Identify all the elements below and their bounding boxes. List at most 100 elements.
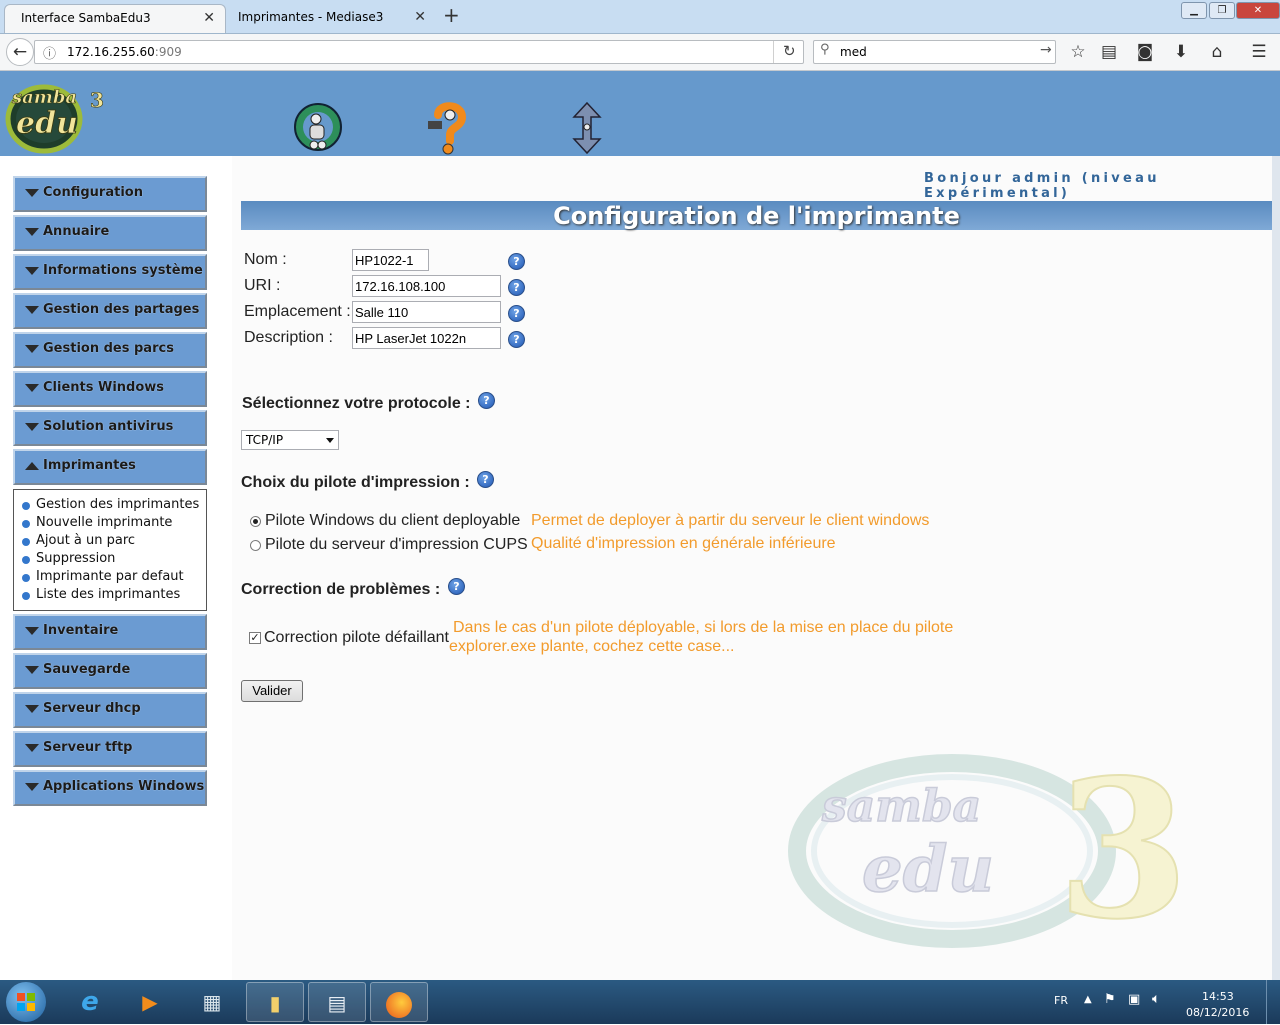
submenu-imprimante-defaut[interactable]: Imprimante par defaut xyxy=(22,569,184,584)
svg-text:edu: edu xyxy=(16,106,78,141)
help-icon[interactable]: ? xyxy=(508,279,525,296)
restore-button[interactable]: ❐ xyxy=(1209,2,1235,19)
sidebar-item-label: Imprimantes xyxy=(43,458,136,473)
windows-taskbar: e ▶ ▦ ▮ ▤ FR ▲ ⚑ ▣ 🔈︎ 14:53 08/12/2016 xyxy=(0,980,1280,1024)
reading-list-icon[interactable]: ▤ xyxy=(1096,39,1122,65)
network-icon[interactable]: ▣ xyxy=(1128,992,1140,1007)
fix-note-line1: Dans le cas d'un pilote déployable, si l… xyxy=(453,619,954,636)
dropdown-arrow-icon xyxy=(326,438,334,443)
back-button[interactable]: ← xyxy=(6,38,34,66)
action-center-flag-icon[interactable]: ⚑ xyxy=(1104,992,1116,1007)
nom-label: Nom : xyxy=(244,251,287,268)
chevron-down-icon xyxy=(25,305,39,314)
submit-button[interactable]: Valider xyxy=(241,680,303,702)
clock-time[interactable]: 14:53 xyxy=(1202,990,1234,1003)
sidebar-item-applications-windows[interactable]: Applications Windows xyxy=(13,770,207,806)
tab-interface-sambaedu3[interactable]: Interface SambaEdu3 ✕ xyxy=(4,4,226,33)
start-button[interactable] xyxy=(6,982,46,1022)
taskbar-explorer-icon[interactable]: ▮ xyxy=(246,982,304,1022)
description-input[interactable]: HP LaserJet 1022n xyxy=(352,327,501,349)
sidebar-item-clients-windows[interactable]: Clients Windows xyxy=(13,371,207,407)
search-input[interactable]: ⚲ med → xyxy=(813,40,1056,64)
help-character-icon[interactable] xyxy=(424,101,468,155)
sidebar-item-label: Serveur tftp xyxy=(43,740,133,755)
volume-icon[interactable]: 🔈︎ xyxy=(1152,991,1160,1007)
sambaedu-watermark-icon: samba edu 3 xyxy=(788,741,1190,962)
help-icon[interactable]: ? xyxy=(448,578,465,595)
chevron-down-icon xyxy=(25,227,39,236)
driver-windows-label[interactable]: Pilote Windows du client deployable xyxy=(265,512,520,530)
tab-imprimantes-mediase3[interactable]: Imprimantes - Mediase3 ✕ xyxy=(222,4,436,33)
sidebar-item-annuaire[interactable]: Annuaire xyxy=(13,215,207,251)
driver-windows-radio[interactable] xyxy=(250,516,261,527)
downloads-icon[interactable]: ⬇ xyxy=(1168,39,1194,65)
chevron-down-icon xyxy=(25,665,39,674)
tray-expand-icon[interactable]: ▲ xyxy=(1084,994,1092,1005)
sidebar-item-configuration-generale[interactable]: Configuration générale xyxy=(13,176,207,230)
submenu-liste-imprimantes[interactable]: Liste des imprimantes xyxy=(21,587,180,602)
taskbar-server-manager-icon[interactable]: ▦ xyxy=(183,982,241,1022)
sidebar-item-gestion-partages[interactable]: Gestion des partages xyxy=(13,293,207,329)
help-icon[interactable]: ? xyxy=(508,253,525,270)
url-host: 172.16.255.60 xyxy=(67,45,155,59)
sidebar-item-label: Inventaire xyxy=(43,623,119,638)
search-icon: ⚲ xyxy=(820,42,830,57)
help-icon[interactable]: ? xyxy=(508,305,525,322)
home-portal-icon[interactable] xyxy=(290,101,346,155)
help-icon[interactable]: ? xyxy=(477,471,494,488)
new-tab-button[interactable]: + xyxy=(443,3,460,27)
show-desktop-button[interactable] xyxy=(1266,980,1280,1024)
nom-input[interactable]: HP1022-1 xyxy=(352,249,429,271)
minimize-button[interactable]: ▁ xyxy=(1181,2,1207,19)
submenu-suppression[interactable]: Suppression xyxy=(21,551,115,566)
submenu-ajout-parc[interactable]: Ajout à un parc xyxy=(21,533,135,548)
info-icon[interactable]: ⓘ xyxy=(43,43,56,62)
scroll-updown-icon[interactable] xyxy=(572,101,602,155)
close-tab-icon[interactable]: ✕ xyxy=(203,10,215,26)
taskbar-ie-icon[interactable]: e xyxy=(61,982,119,1022)
submenu-gestion-imprimantes[interactable]: Gestion des imprimantes xyxy=(21,497,199,512)
sidebar-item-imprimantes[interactable]: Imprimantes xyxy=(13,449,207,485)
page-title: Configuration de l'imprimante xyxy=(241,201,1272,230)
search-go-icon[interactable]: → xyxy=(1040,42,1052,58)
submenu-nouvelle-imprimante[interactable]: Nouvelle imprimante xyxy=(21,515,172,530)
sidebar-item-informations-systeme[interactable]: Informations système xyxy=(13,254,207,290)
sidebar-item-sauvegarde[interactable]: Sauvegarde xyxy=(13,653,207,689)
chevron-down-icon xyxy=(25,344,39,353)
driver-cups-radio[interactable] xyxy=(250,540,261,551)
chevron-up-icon xyxy=(25,461,39,470)
bookmark-star-icon[interactable]: ☆ xyxy=(1065,39,1091,65)
emplacement-input[interactable]: Salle 110 xyxy=(352,301,501,323)
help-icon[interactable]: ? xyxy=(508,331,525,348)
reload-icon[interactable]: ↻ xyxy=(783,42,796,60)
sidebar-item-solution-antivirus[interactable]: Solution antivirus xyxy=(13,410,207,446)
sidebar-item-serveur-tftp[interactable]: Serveur tftp xyxy=(13,731,207,767)
uri-input[interactable]: 172.16.108.100 xyxy=(352,275,501,297)
fix-driver-checkbox[interactable]: ✓ xyxy=(249,632,261,644)
sidebar-item-serveur-dhcp[interactable]: Serveur dhcp xyxy=(13,692,207,728)
description-label: Description : xyxy=(244,329,333,346)
language-indicator[interactable]: FR xyxy=(1054,994,1068,1007)
fix-driver-label[interactable]: Correction pilote défaillant xyxy=(264,629,449,647)
sidebar-item-gestion-parcs[interactable]: Gestion des parcs xyxy=(13,332,207,368)
sambaedu-logo[interactable]: samba edu 3 xyxy=(4,75,108,155)
home-icon[interactable]: ⌂ xyxy=(1204,39,1230,65)
close-tab-icon[interactable]: ✕ xyxy=(414,9,426,25)
uri-label: URI : xyxy=(244,277,281,294)
taskbar-notepad-icon[interactable]: ▤ xyxy=(308,982,366,1022)
taskbar-media-player-icon[interactable]: ▶ xyxy=(121,982,179,1022)
url-bar[interactable]: ⓘ 172.16.255.60:909 ↻ xyxy=(34,40,804,64)
url-port: :909 xyxy=(154,45,182,59)
close-window-button[interactable]: ✕ xyxy=(1236,2,1280,19)
driver-cups-label[interactable]: Pilote du serveur d'impression CUPS xyxy=(265,536,528,554)
taskbar-firefox-icon[interactable] xyxy=(370,982,428,1022)
sidebar-item-inventaire[interactable]: Inventaire xyxy=(13,614,207,650)
chevron-down-icon xyxy=(25,383,39,392)
sidebar-item-label: Serveur dhcp xyxy=(43,701,141,716)
help-icon[interactable]: ? xyxy=(478,392,495,409)
menu-hamburger-icon[interactable]: ☰ xyxy=(1246,39,1272,65)
driver-windows-note: Permet de deployer à partir du serveur l… xyxy=(531,512,930,529)
protocol-select[interactable]: TCP/IP xyxy=(241,430,339,450)
pocket-icon[interactable]: ◙ xyxy=(1132,39,1158,65)
clock-date[interactable]: 08/12/2016 xyxy=(1186,1006,1249,1019)
